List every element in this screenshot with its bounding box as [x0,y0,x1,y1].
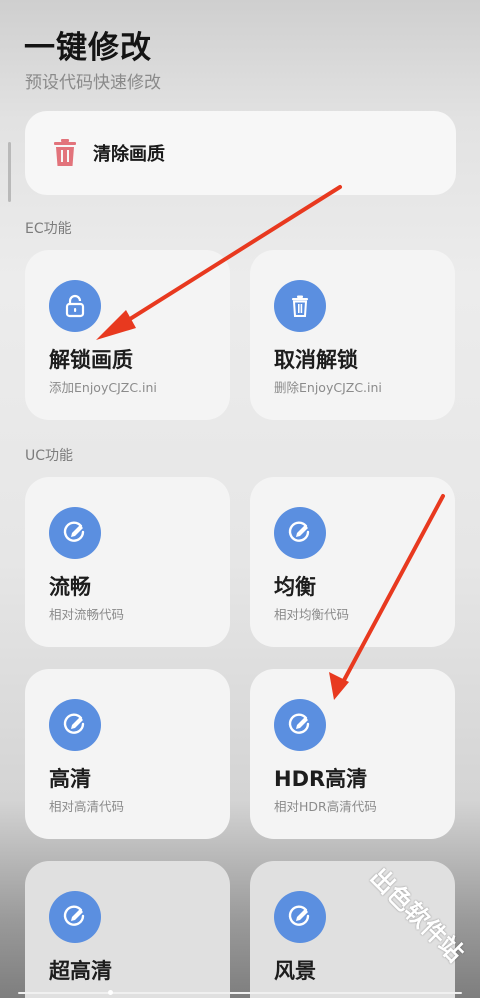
card-title: 解锁画质 [49,348,133,372]
clear-quality-button[interactable]: 清除画质 [25,111,456,195]
card-title: 流畅 [49,575,91,599]
lock-icon [49,280,101,332]
card-title: 超高清 [49,959,112,983]
card-title: 高清 [49,767,91,791]
card-description: 添加EnjoyCJZC.ini [49,380,157,395]
page-subtitle: 预设代码快速修改 [25,73,161,93]
card-ultra-hd[interactable]: 超高清 [25,861,230,998]
card-description: 相对高清代码 [49,799,125,814]
scroll-indicator [8,142,11,202]
card-description: 相对流畅代码 [49,607,125,622]
scroll-position-dot [108,990,113,995]
edit-icon [49,507,101,559]
section-label-uc: UC功能 [25,448,74,464]
card-description: 相对均衡代码 [274,607,350,622]
home-indicator[interactable] [18,992,462,994]
edit-icon [49,891,101,943]
card-smooth[interactable]: 流畅 相对流畅代码 [25,477,230,647]
card-title: 均衡 [274,575,316,599]
edit-icon [49,699,101,751]
card-title: HDR高清 [274,767,368,791]
clear-quality-label: 清除画质 [93,144,165,165]
card-description: 删除EnjoyCJZC.ini [274,380,382,395]
top-right-watermark [310,4,470,34]
trash-icon [54,139,76,166]
edit-icon [274,507,326,559]
page-title: 一键修改 [24,30,152,66]
card-title: 风景 [274,959,316,983]
card-cancel-unlock[interactable]: 取消解锁 删除EnjoyCJZC.ini [250,250,455,420]
card-hd[interactable]: 高清 相对高清代码 [25,669,230,839]
card-balanced[interactable]: 均衡 相对均衡代码 [250,477,455,647]
card-hdr-hd[interactable]: HDR高清 相对HDR高清代码 [250,669,455,839]
section-label-ec: EC功能 [25,221,72,237]
trash-icon [274,280,326,332]
card-title: 取消解锁 [274,348,358,372]
card-description: 相对HDR高清代码 [274,799,377,814]
card-unlock-quality[interactable]: 解锁画质 添加EnjoyCJZC.ini [25,250,230,420]
edit-icon [274,891,326,943]
edit-icon [274,699,326,751]
